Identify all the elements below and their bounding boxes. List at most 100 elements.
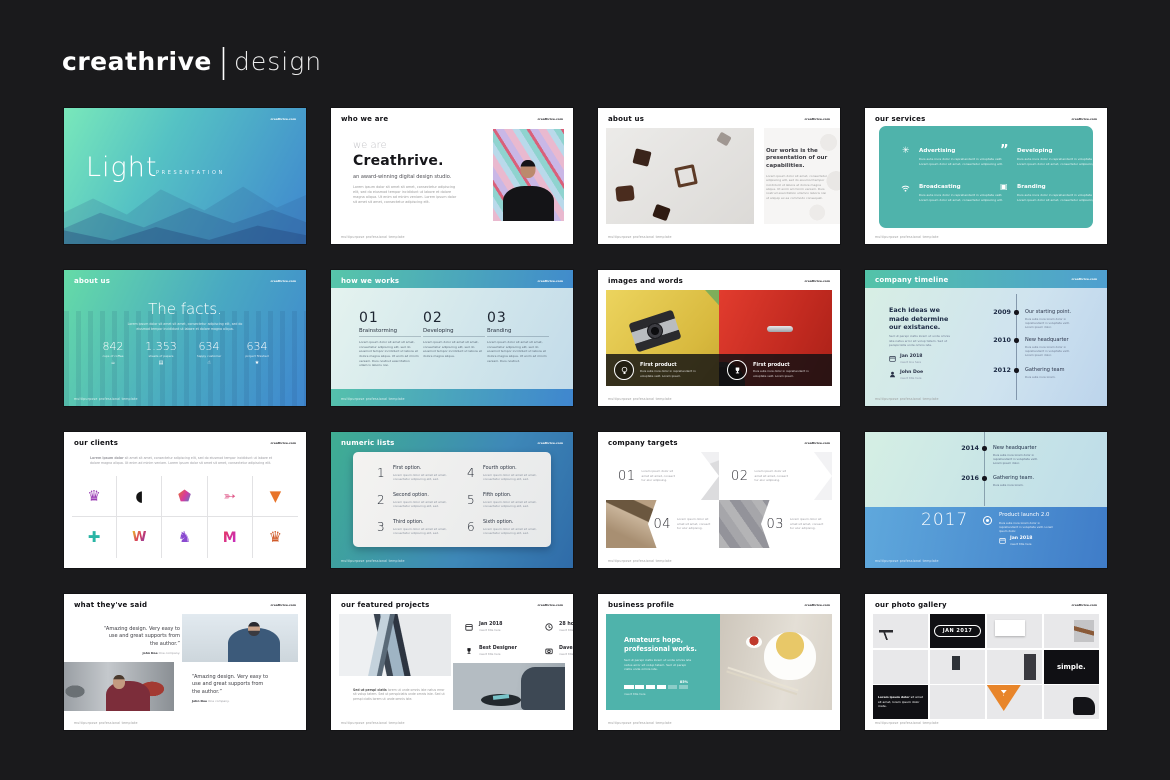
- slide-testimonials[interactable]: what they've said creathrive.com “Amazin…: [64, 594, 306, 730]
- portrait-photo-denim: [182, 614, 298, 662]
- tile-text: simple.: [1057, 663, 1086, 671]
- event-dot: [1014, 368, 1019, 373]
- body-lead: Lorem ipsum dolor: [90, 456, 124, 460]
- event-body: Duis aute irure lorem.: [993, 483, 1045, 487]
- site-url: creathrive.com: [538, 117, 564, 121]
- client-logo: ♛: [87, 489, 100, 504]
- stat-value: 842: [90, 340, 136, 353]
- option-title: Sixth option.: [483, 520, 553, 525]
- info-sub: insert title here: [559, 628, 573, 632]
- event-body: Duis aute irure lorem.: [1025, 375, 1077, 379]
- info-sub: insert title here: [479, 628, 545, 632]
- project-body: Sed ut perspi ciatis lorem ut unde omnis…: [353, 688, 445, 701]
- progress-bar: [624, 685, 688, 689]
- client-logo: ✚: [88, 530, 101, 545]
- slide-footer: multipurpose professional template: [341, 559, 405, 563]
- wifi-icon: [901, 183, 910, 192]
- profile-heading: Amateurs hope, professional works.: [624, 636, 720, 654]
- slide-who-we-are[interactable]: who we are creathrive.com we are Creathr…: [331, 108, 573, 244]
- option-body: Lorem ipsum dolor sit amet sit amet, con…: [483, 500, 553, 509]
- star-icon: ★: [234, 360, 280, 366]
- step-body: Lorem ipsum dolor sit amet sit amet, con…: [423, 340, 485, 359]
- event-title: Gathering team: [1025, 367, 1065, 373]
- option-title: Third option.: [393, 520, 463, 525]
- quote-text: “Amazing design. Very easy to use and gr…: [192, 674, 272, 696]
- cover-subtitle: PRESENTATION: [156, 170, 225, 176]
- slide-our-clients[interactable]: our clients creathrive.com Lorem ipsum d…: [64, 432, 306, 568]
- slide-company-timeline[interactable]: company timeline creathrive.com Each ide…: [865, 270, 1107, 406]
- slide-featured-projects[interactable]: our featured projects creathrive.com Jan…: [331, 594, 573, 730]
- date-badge: JAN 2017: [934, 625, 982, 637]
- noodle-bowl-photo: [720, 614, 832, 710]
- option-title: First option.: [393, 466, 463, 471]
- stat-item: 634 project finished ★: [234, 340, 280, 366]
- gallery-photo-bathroom: [930, 650, 985, 684]
- quote-text: “Amazing design. Very easy to use and gr…: [102, 626, 180, 648]
- profile-body: Sed ut perspi ciatis lorem ut unde omnis…: [624, 658, 694, 672]
- event-title: Gathering team.: [993, 475, 1034, 481]
- slide-the-facts[interactable]: about us creathrive.com The facts. Lorem…: [64, 270, 306, 406]
- site-url: creathrive.com: [271, 603, 297, 607]
- slide-about-us[interactable]: about us creathrive.com Our works is the…: [598, 108, 840, 244]
- slide-company-targets[interactable]: company targets creathrive.com 01Lorem i…: [598, 432, 840, 568]
- option-body: Lorem ipsum dolor sit amet sit amet, con…: [483, 473, 553, 482]
- client-logo-grid: ♛ ◖ ⬟ ➳ ▼ ✚ W ♞ M ♛: [72, 476, 298, 558]
- target-number: 01: [618, 469, 636, 484]
- paper-icon: ▤: [138, 360, 184, 366]
- target-number: 02: [731, 469, 749, 484]
- portrait-photo: [493, 129, 564, 221]
- quote-icon: ”: [1000, 144, 1009, 157]
- services-panel: ✳ Advertising Duis aute irure dolor in r…: [879, 126, 1093, 228]
- id-card-icon: ▣: [1000, 183, 1008, 191]
- client-logo: ◖: [135, 489, 143, 504]
- info-sub: insert title here: [559, 652, 573, 656]
- client-logo: ♞: [178, 530, 191, 545]
- slide-how-we-works[interactable]: how we works creathrive.com 01 Brainstor…: [331, 270, 573, 406]
- milestone-body: Duis aute irure lorem dolor in reprehend…: [999, 521, 1055, 534]
- slide-footer: multipurpose professional template: [875, 235, 939, 239]
- timeline-axis: [984, 432, 985, 506]
- slide-header: numeric lists: [341, 439, 395, 447]
- site-url: creathrive.com: [805, 441, 831, 445]
- slide-photo-gallery[interactable]: our photo gallery creathrive.com JAN 201…: [865, 594, 1107, 730]
- logo-divider: |: [218, 44, 229, 77]
- option-number: 6: [467, 520, 475, 534]
- gallery-photo-bed: [987, 685, 1042, 719]
- calendar-icon: [465, 623, 473, 631]
- thumb-up-icon: ☝: [186, 360, 232, 366]
- logo-light: design: [234, 49, 322, 74]
- target-body: Lorem ipsum dolor sit amet sit amet, con…: [790, 517, 824, 530]
- slide-timeline-continued[interactable]: 2014 New headquarter Duis aute irure lor…: [865, 432, 1107, 568]
- caption-body: Duis aute irure dolor in reprehenderit i…: [753, 369, 819, 377]
- site-url: creathrive.com: [805, 603, 831, 607]
- slide-business-profile[interactable]: business profile creathrive.com Amateurs…: [598, 594, 840, 730]
- client-logo: M: [223, 531, 237, 545]
- service-title: Branding: [1017, 184, 1105, 190]
- service-body: Duis aute irure dolor in reprehenderit i…: [919, 193, 1007, 202]
- event-title: New headquarter: [993, 445, 1037, 451]
- facts-title: The facts.: [64, 300, 306, 318]
- option-title: Second option.: [393, 493, 463, 498]
- step-title: Developing: [423, 328, 485, 337]
- gallery-photo-furniture: [987, 614, 1042, 648]
- slide-images-and-words[interactable]: images and words creathrive.com First pr…: [598, 270, 840, 406]
- site-url: creathrive.com: [805, 279, 831, 283]
- slide-our-services[interactable]: our services creathrive.com ✳ Advertisin…: [865, 108, 1107, 244]
- slide-cover[interactable]: creathrive.com Light PRESENTATION: [64, 108, 306, 244]
- car-handle: [767, 326, 793, 332]
- client-logo: ♛: [269, 530, 282, 545]
- facts-body: Lorem ipsum dolor sit amet sit amet, con…: [124, 322, 246, 332]
- option-body: Lorem ipsum dolor sit amet sit amet, con…: [393, 500, 463, 509]
- event-year: 2014: [953, 444, 979, 452]
- red-car-photo: First product Duis aute irure dolor in r…: [719, 290, 832, 386]
- option-number: 5: [467, 493, 475, 507]
- slide-header: business profile: [608, 601, 674, 609]
- top-zone: [865, 432, 1107, 507]
- site-url: creathrive.com: [538, 441, 564, 445]
- service-body: Duis aute irure dolor in reprehenderit i…: [1017, 193, 1105, 202]
- slide-numeric-lists[interactable]: numeric lists creathrive.com 1First opti…: [331, 432, 573, 568]
- orange-triangle-marker: [987, 685, 1021, 711]
- slide-header: images and words: [608, 277, 683, 285]
- step-body: Lorem ipsum dolor sit amet sit amet, con…: [487, 340, 549, 363]
- testimonial-quote: “Amazing design. Very easy to use and gr…: [192, 674, 272, 703]
